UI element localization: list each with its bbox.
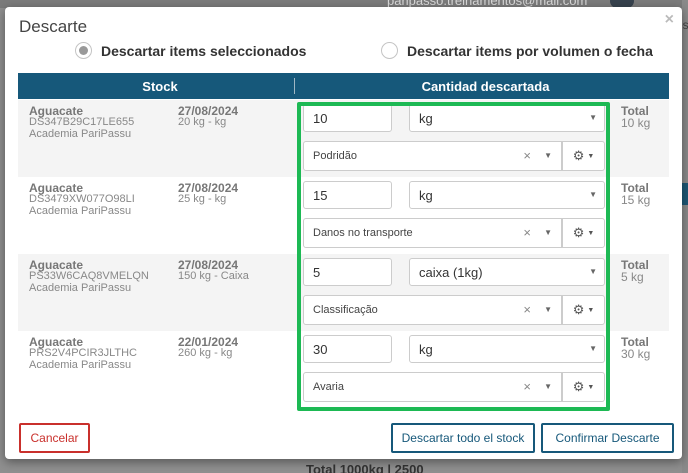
- caret-down-icon: ▼: [587, 152, 595, 160]
- product-code: DS3479XW077O98LI: [29, 193, 135, 205]
- product-code: PS33W6CAQ8VMELQN: [29, 270, 149, 282]
- table-row: Aguacate PS33W6CAQ8VMELQN Academia PariP…: [18, 254, 669, 331]
- gear-icon: ⚙: [572, 379, 585, 394]
- product-code: DS347B29C17LE655: [29, 116, 135, 128]
- column-header-cantidad: Cantidad descartada: [421, 79, 550, 94]
- mode-selected-radio[interactable]: Descartar items seleccionados: [75, 42, 306, 59]
- reason-select[interactable]: Classificação × ▼: [303, 295, 562, 325]
- reason-settings-button[interactable]: ⚙ ▼: [562, 372, 605, 402]
- clear-icon[interactable]: ×: [523, 225, 531, 240]
- gear-icon: ⚙: [572, 302, 585, 317]
- product-organization: Academia PariPassu: [29, 282, 132, 294]
- unit-select-value: caixa (1kg): [419, 265, 483, 280]
- product-organization: Academia PariPassu: [29, 359, 132, 371]
- discard-all-button[interactable]: Descartar todo el stock: [391, 423, 535, 453]
- unit-select[interactable]: kg ▼: [409, 104, 605, 132]
- unit-select-value: kg: [419, 342, 433, 357]
- confirm-discard-button[interactable]: Confirmar Descarte: [541, 423, 674, 453]
- unit-select-value: kg: [419, 111, 433, 126]
- mode-volume-label: Descartar items por volumen o fecha: [407, 42, 653, 59]
- clear-icon[interactable]: ×: [523, 302, 531, 317]
- unit-select[interactable]: caixa (1kg) ▼: [409, 258, 605, 286]
- reason-select-value: Avaria: [313, 381, 344, 393]
- caret-down-icon: ▼: [587, 306, 595, 314]
- table-row: Aguacate DS347B29C17LE655 Academia PariP…: [18, 100, 669, 177]
- reason-select-value: Podridão: [313, 150, 358, 162]
- table-header: Stock Cantidad descartada: [18, 73, 669, 99]
- discard-modal: Descarte × Descartar items seleccionados…: [5, 7, 682, 459]
- product-stock-quantity: 260 kg - kg: [178, 347, 233, 359]
- radio-unchecked-icon[interactable]: [381, 42, 398, 59]
- total-value: 5 kg: [621, 270, 644, 284]
- caret-down-icon: ▼: [587, 229, 595, 237]
- unit-select[interactable]: kg ▼: [409, 181, 605, 209]
- product-stock-quantity: 150 kg - Caixa: [178, 270, 249, 282]
- caret-down-icon: ▼: [587, 383, 595, 391]
- product-organization: Academia PariPassu: [29, 128, 132, 140]
- product-organization: Academia PariPassu: [29, 205, 132, 217]
- mode-selected-label: Descartar items seleccionados: [101, 42, 307, 59]
- reason-settings-button[interactable]: ⚙ ▼: [562, 295, 605, 325]
- caret-down-icon: ▼: [544, 228, 552, 237]
- table-row: Aguacate DS3479XW077O98LI Academia PariP…: [18, 177, 669, 254]
- reason-select-value: Classificação: [313, 304, 378, 316]
- header-divider: [294, 78, 295, 94]
- quantity-input[interactable]: 5: [303, 258, 392, 286]
- total-value: 30 kg: [621, 347, 651, 361]
- reason-select[interactable]: Avaria × ▼: [303, 372, 562, 402]
- background-right-strip: [682, 0, 688, 473]
- cancel-button[interactable]: Cancelar: [19, 423, 90, 453]
- gear-icon: ⚙: [572, 225, 585, 240]
- quantity-input[interactable]: 15: [303, 181, 392, 209]
- gear-icon: ⚙: [572, 148, 585, 163]
- reason-settings-button[interactable]: ⚙ ▼: [562, 218, 605, 248]
- reason-select[interactable]: Danos no transporte × ▼: [303, 218, 562, 248]
- background-table-header: [682, 183, 688, 205]
- radio-checked-icon[interactable]: [75, 42, 92, 59]
- caret-down-icon: ▼: [589, 190, 597, 199]
- clear-icon[interactable]: ×: [523, 148, 531, 163]
- caret-down-icon: ▼: [589, 267, 597, 276]
- close-icon[interactable]: ×: [665, 11, 674, 29]
- total-value: 10 kg: [621, 116, 651, 130]
- unit-select[interactable]: kg ▼: [409, 335, 605, 363]
- reason-select[interactable]: Podridão × ▼: [303, 141, 562, 171]
- caret-down-icon: ▼: [544, 382, 552, 391]
- table-row: Aguacate PRS2V4PCIR3JLTHC Academia PariP…: [18, 331, 669, 408]
- reason-settings-button[interactable]: ⚙ ▼: [562, 141, 605, 171]
- background-total-text: Total 1000kg | 2500: [306, 462, 424, 473]
- clear-icon[interactable]: ×: [523, 379, 531, 394]
- column-header-stock: Stock: [142, 79, 178, 94]
- modal-title: Descarte: [19, 17, 88, 36]
- product-code: PRS2V4PCIR3JLTHC: [29, 347, 137, 359]
- caret-down-icon: ▼: [589, 344, 597, 353]
- reason-select-value: Danos no transporte: [313, 227, 413, 239]
- quantity-input[interactable]: 30: [303, 335, 392, 363]
- caret-down-icon: ▼: [544, 151, 552, 160]
- total-value: 15 kg: [621, 193, 651, 207]
- mode-volume-radio[interactable]: Descartar items por volumen o fecha: [381, 42, 653, 59]
- product-stock-quantity: 20 kg - kg: [178, 116, 227, 128]
- quantity-input[interactable]: 10: [303, 104, 392, 132]
- product-stock-quantity: 25 kg - kg: [178, 193, 227, 205]
- caret-down-icon: ▼: [544, 305, 552, 314]
- caret-down-icon: ▼: [589, 113, 597, 122]
- unit-select-value: kg: [419, 188, 433, 203]
